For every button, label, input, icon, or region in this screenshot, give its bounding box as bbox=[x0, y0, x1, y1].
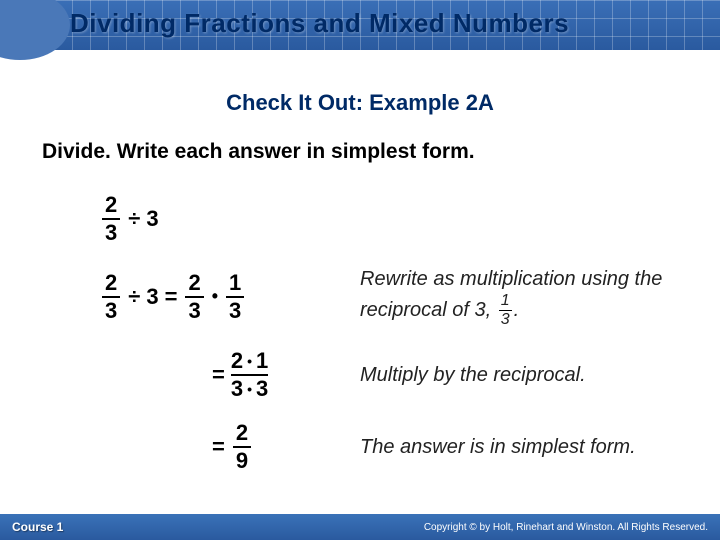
multiply-dot: • bbox=[212, 286, 218, 307]
step3-row: = 2 9 The answer is in simplest form. bbox=[100, 422, 720, 472]
header-bar: Dividing Fractions and Mixed Numbers bbox=[0, 0, 720, 50]
fraction: 2 3 bbox=[102, 194, 120, 244]
instruction-text: Divide. Write each answer in simplest fo… bbox=[42, 140, 720, 164]
answer-fraction: 2 9 bbox=[233, 422, 251, 472]
fraction: 1 3 bbox=[226, 272, 244, 322]
step3-explain: The answer is in simplest form. bbox=[360, 434, 636, 461]
page-title: Dividing Fractions and Mixed Numbers bbox=[70, 8, 569, 39]
footer-bar: Course 1 Copyright © by Holt, Rinehart a… bbox=[0, 514, 720, 540]
divide-op: ÷ bbox=[128, 284, 140, 310]
fraction: 2 3 bbox=[185, 272, 203, 322]
divide-op: ÷ bbox=[128, 206, 140, 232]
step1-row: 2 3 ÷ 3 = 2 3 • 1 3 Rewrite as multiplic… bbox=[100, 266, 720, 328]
step2-row: = 2•1 3•3 Multiply by the reciprocal. bbox=[100, 350, 720, 400]
course-label: Course 1 bbox=[12, 520, 63, 534]
copyright-text: Copyright © by Holt, Rinehart and Winsto… bbox=[424, 522, 708, 533]
fraction: 2 3 bbox=[102, 272, 120, 322]
equals-op: = bbox=[212, 362, 225, 388]
step2-explain: Multiply by the reciprocal. bbox=[360, 362, 586, 389]
example-title: Check It Out: Example 2A bbox=[0, 90, 720, 116]
divisor: 3 bbox=[146, 206, 158, 232]
equals-op: = bbox=[165, 284, 178, 310]
equals-op: = bbox=[212, 434, 225, 460]
worked-example: 2 3 ÷ 3 2 3 ÷ 3 = 2 3 • 1 3 bbox=[100, 194, 720, 472]
section-bubble bbox=[0, 0, 70, 60]
divisor: 3 bbox=[146, 284, 158, 310]
inline-fraction: 13 bbox=[499, 293, 512, 328]
problem-row: 2 3 ÷ 3 bbox=[100, 194, 720, 244]
step1-explain: Rewrite as multiplication using the reci… bbox=[360, 266, 710, 328]
product-fraction: 2•1 3•3 bbox=[231, 350, 268, 400]
